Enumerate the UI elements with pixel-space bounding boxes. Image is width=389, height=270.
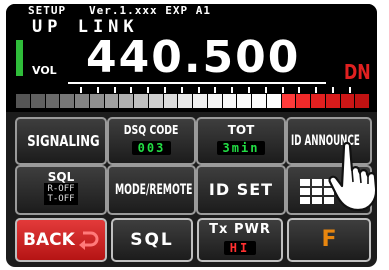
id-set-label: ID SET [208,180,274,199]
scale-segment [281,94,296,108]
pointing-hand-icon [328,141,377,212]
scale-segment [296,94,310,108]
function-button[interactable]: F [287,218,371,262]
scale-tick [264,87,267,93]
sql-button[interactable]: SQL [111,218,193,262]
tot-button[interactable]: TOT 3min [196,117,286,165]
status-line: SETUP Ver.1.xxx EXP A1 [28,4,211,17]
function-label: F [321,227,337,252]
mode-remote-label: MODE/REMOTE [114,182,193,198]
scale-tick [80,87,82,93]
scale-segment [30,94,45,108]
scale-tick [231,87,234,93]
scale-tick [348,87,351,93]
scale-segment [207,94,222,108]
volume-level-bar [16,40,23,76]
scale-segment [45,94,60,108]
sql-mode-tx-status: T-OFF [47,194,75,204]
scale-segment [163,94,178,108]
sql-mode-rx-status: R-OFF [47,184,75,194]
scale-segment [75,94,89,108]
dsq-code-value: 003 [131,141,172,155]
scale-segment [237,94,251,108]
return-arrow-icon [79,231,99,250]
scale-segment [148,94,163,108]
dsq-code-label: DSQ CODE [124,123,179,137]
volume-label: VOL [32,64,57,77]
scale-tick [281,87,284,93]
scale-segment [134,94,148,108]
scale-segment [193,94,207,108]
dsq-code-button[interactable]: DSQ CODE 003 [107,117,196,165]
tx-power-button[interactable]: Tx PWR HI [197,218,283,262]
frequency-readout: 440.500 [86,32,301,83]
sql-mode-button[interactable]: SQL R-OFF T-OFF [15,165,107,215]
tot-label: TOT [227,123,255,137]
tot-value: 3min [216,141,266,155]
frequency-display: SETUP Ver.1.xxx EXP A1 UP LINK VOL 440.5… [6,4,377,112]
scale-tick [298,87,301,93]
frequency-underline [68,82,326,84]
sql-mode-label: SQL [47,170,75,184]
scale-tick [180,87,183,93]
tx-power-label: Tx PWR [209,222,271,237]
tx-power-value: HI [223,241,257,255]
scale-ticks [80,87,354,93]
scale-segment [355,94,369,108]
scale-segment [16,94,30,108]
scale-tick [197,87,200,93]
scale-segment [60,94,74,108]
scale-segment [104,94,119,108]
scale-tick [214,87,217,93]
signal-scale-bar [16,94,370,108]
scale-segment [311,94,325,108]
scale-tick [164,87,166,93]
scale-tick [147,87,150,93]
scale-segment [252,94,266,108]
radio-touch-screen: SETUP Ver.1.xxx EXP A1 UP LINK VOL 440.5… [6,4,377,267]
signaling-label: SIGNALING [27,132,100,150]
scale-segment [222,94,237,108]
scale-segment [89,94,104,108]
scale-segment [178,94,192,108]
scale-segment [340,94,355,108]
scale-segment [266,94,281,108]
mode-remote-button[interactable]: MODE/REMOTE [107,165,196,215]
sql-label: SQL [130,230,174,250]
id-set-button[interactable]: ID SET [196,165,286,215]
scale-segment [119,94,133,108]
scale-segment [325,94,340,108]
scale-tick [113,87,116,93]
scale-tick [248,87,250,93]
scale-tick [332,87,334,93]
sql-mode-status: R-OFF T-OFF [44,183,78,205]
scale-tick [315,87,318,93]
scale-tick [130,87,133,93]
scale-tick [96,87,99,93]
signaling-button[interactable]: SIGNALING [15,117,107,165]
shift-direction: DN [344,60,371,84]
back-button[interactable]: BACK [15,218,107,262]
